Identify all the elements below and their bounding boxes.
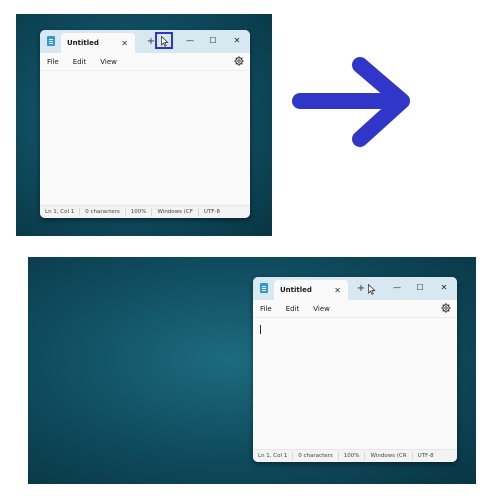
tab-close-icon[interactable]: ✕ [121, 39, 128, 48]
text-caret [260, 325, 261, 334]
status-bar: Ln 1, Col 1 0 characters 100% Windows (C… [40, 205, 250, 218]
text-editor-area[interactable] [253, 318, 457, 449]
notepad-icon [47, 36, 55, 46]
right-arrow-icon [292, 57, 410, 147]
status-line-ending[interactable]: Windows (CF [152, 208, 199, 216]
status-cursor-position: Ln 1, Col 1 [40, 208, 81, 216]
tab-title: Untitled [67, 39, 99, 47]
maximize-button[interactable]: ☐ [203, 33, 223, 47]
desktop-after: Untitled ✕ + — ☐ ✕ File Edit View Ln 1, … [28, 257, 476, 484]
minimize-button[interactable]: — [387, 280, 407, 294]
new-tab-button[interactable]: + [354, 281, 368, 295]
tab-title: Untitled [280, 286, 312, 294]
status-character-count: 0 characters [293, 452, 339, 460]
menu-view[interactable]: View [100, 58, 117, 66]
menu-bar: File Edit View [40, 53, 250, 71]
menu-edit[interactable]: Edit [73, 58, 87, 66]
close-button[interactable]: ✕ [227, 33, 247, 47]
maximize-button[interactable]: ☐ [410, 280, 430, 294]
notepad-window-after: Untitled ✕ + — ☐ ✕ File Edit View Ln 1, … [253, 277, 457, 462]
close-button[interactable]: ✕ [434, 280, 454, 294]
minimize-button[interactable]: — [180, 33, 200, 47]
title-bar[interactable]: Untitled ✕ + — ☐ ✕ [253, 277, 457, 300]
desktop-before: Untitled ✕ + — ☐ ✕ File Edit View Ln 1, … [16, 14, 272, 236]
gear-icon[interactable] [234, 56, 244, 66]
menu-view[interactable]: View [313, 305, 330, 313]
tab-untitled[interactable]: Untitled ✕ [61, 33, 135, 53]
status-bar: Ln 1, Col 1 0 characters 100% Windows (C… [253, 449, 457, 462]
status-encoding[interactable]: UTF-8 [199, 208, 225, 216]
menu-bar: File Edit View [253, 300, 457, 318]
notepad-icon [260, 283, 268, 293]
tab-close-icon[interactable]: ✕ [334, 286, 341, 295]
notepad-window-before: Untitled ✕ + — ☐ ✕ File Edit View Ln 1, … [40, 30, 250, 218]
status-zoom[interactable]: 100% [126, 208, 153, 216]
title-bar[interactable]: Untitled ✕ + — ☐ ✕ [40, 30, 250, 53]
menu-edit[interactable]: Edit [286, 305, 300, 313]
mouse-pointer-icon [161, 36, 169, 47]
status-line-ending[interactable]: Windows (CR [365, 452, 413, 460]
status-cursor-position: Ln 1, Col 1 [253, 452, 294, 460]
text-editor-area[interactable] [40, 71, 250, 205]
status-encoding[interactable]: UTF-8 [413, 452, 439, 460]
menu-file[interactable]: File [47, 58, 59, 66]
mouse-pointer-icon [368, 284, 376, 295]
status-character-count: 0 characters [80, 208, 126, 216]
gear-icon[interactable] [441, 303, 451, 313]
status-zoom[interactable]: 100% [339, 452, 366, 460]
menu-file[interactable]: File [260, 305, 272, 313]
tab-untitled[interactable]: Untitled ✕ [274, 280, 348, 300]
